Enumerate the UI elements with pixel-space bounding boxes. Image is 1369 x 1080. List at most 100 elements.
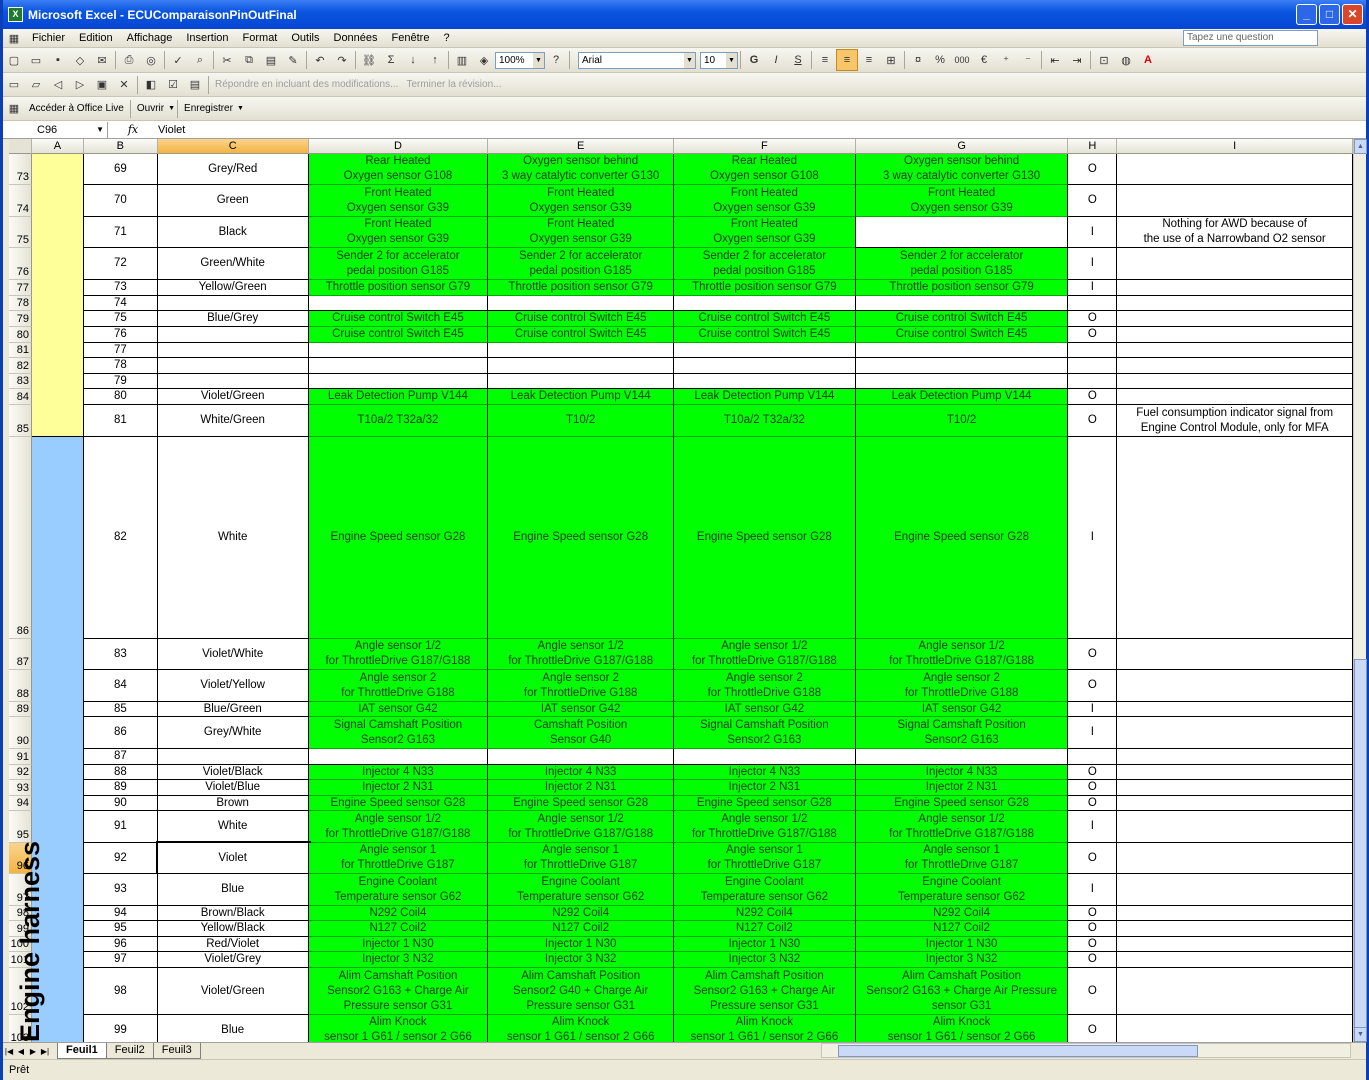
spelling-icon[interactable]: ✓ bbox=[167, 49, 189, 71]
cell-g[interactable]: Angle sensor 2 for ThrottleDrive G188 bbox=[855, 670, 1069, 702]
cell-g[interactable]: Injector 4 N33 bbox=[855, 765, 1069, 780]
cut-icon[interactable]: ✂ bbox=[216, 49, 238, 71]
cell-f[interactable]: Angle sensor 2 for ThrottleDrive G188 bbox=[674, 670, 856, 702]
cell-d[interactable]: Angle sensor 1 for ThrottleDrive G187 bbox=[308, 843, 489, 874]
cell-d[interactable]: Injector 3 N32 bbox=[308, 952, 489, 968]
cell-b[interactable]: 71 bbox=[83, 217, 158, 248]
cell-d[interactable]: IAT sensor G42 bbox=[308, 702, 489, 717]
cell-h[interactable]: I bbox=[1068, 217, 1118, 248]
cell-g[interactable] bbox=[855, 749, 1069, 765]
cell-e[interactable]: Cruise control Switch E45 bbox=[488, 327, 675, 343]
row-header[interactable]: 85 bbox=[9, 405, 32, 437]
cell-f[interactable]: Angle sensor 1/2 for ThrottleDrive G187/… bbox=[674, 639, 856, 670]
cell-c[interactable]: Brown bbox=[157, 796, 309, 811]
cell-i[interactable] bbox=[1117, 343, 1353, 358]
column-header-d[interactable]: D bbox=[308, 139, 489, 154]
cell-f[interactable]: IAT sensor G42 bbox=[674, 702, 856, 717]
cell-i[interactable] bbox=[1117, 921, 1353, 937]
cell-h[interactable]: O bbox=[1068, 906, 1118, 921]
horizontal-scroll-thumb[interactable] bbox=[838, 1045, 1198, 1057]
cell-g[interactable]: Oxygen sensor behind 3 way catalytic con… bbox=[855, 154, 1069, 185]
cell-e[interactable]: Angle sensor 1/2 for ThrottleDrive G187/… bbox=[488, 639, 675, 670]
cell-i[interactable] bbox=[1117, 185, 1353, 217]
cell-d[interactable]: Angle sensor 2 for ThrottleDrive G188 bbox=[308, 670, 489, 702]
thousands-button[interactable]: 000 bbox=[951, 49, 973, 71]
cell-g[interactable]: Injector 1 N30 bbox=[855, 937, 1069, 952]
font-size-combo[interactable]: 10 ▼ bbox=[700, 51, 738, 69]
cell-b[interactable]: 87 bbox=[83, 749, 158, 765]
cell-g[interactable]: N292 Coil4 bbox=[855, 906, 1069, 921]
minimize-button[interactable]: _ bbox=[1296, 4, 1317, 25]
cell-i[interactable] bbox=[1117, 952, 1353, 968]
cell-c[interactable] bbox=[157, 296, 309, 311]
align-center-icon[interactable]: ≡ bbox=[836, 49, 858, 71]
cell-e[interactable]: Injector 1 N30 bbox=[488, 937, 675, 952]
row-header[interactable]: 78 bbox=[9, 296, 32, 311]
cell-i[interactable] bbox=[1117, 374, 1353, 389]
menu-outils[interactable]: Outils bbox=[284, 29, 326, 48]
sort-desc-icon[interactable]: ↑ bbox=[424, 49, 446, 71]
name-box[interactable]: C96 ▼ bbox=[3, 121, 108, 138]
new-icon[interactable]: ▢ bbox=[3, 49, 25, 71]
ask-question-input[interactable]: Tapez une question bbox=[1183, 30, 1318, 46]
cell-b[interactable]: 81 bbox=[83, 405, 158, 437]
cell-c[interactable]: Blue bbox=[157, 1015, 309, 1042]
cell-f[interactable]: Alim Knock sensor 1 G61 / sensor 2 G66 bbox=[674, 1015, 856, 1042]
cell-e[interactable] bbox=[488, 374, 675, 389]
cell-h[interactable]: O bbox=[1068, 670, 1118, 702]
vertical-scrollbar[interactable]: ▲ ▼ bbox=[1353, 139, 1367, 1042]
cell-h[interactable]: O bbox=[1068, 952, 1118, 968]
increase-decimal-icon[interactable]: ⁺ bbox=[995, 49, 1017, 71]
decrease-decimal-icon[interactable]: ⁻ bbox=[1017, 49, 1039, 71]
cell-f[interactable]: Front Heated Oxygen sensor G39 bbox=[674, 185, 856, 217]
cell-i[interactable]: Nothing for AWD because of the use of a … bbox=[1117, 217, 1353, 248]
cell-g[interactable]: Angle sensor 1 for ThrottleDrive G187 bbox=[855, 843, 1069, 874]
cell-d[interactable]: Alim Knock sensor 1 G61 / sensor 2 G66 bbox=[308, 1015, 489, 1042]
cell-b[interactable]: 83 bbox=[83, 639, 158, 670]
cell-d[interactable]: Leak Detection Pump V144 bbox=[308, 389, 489, 405]
redo-icon[interactable]: ↷ bbox=[331, 49, 353, 71]
print-preview-icon[interactable]: ◎ bbox=[140, 49, 162, 71]
cell-d[interactable]: Cruise control Switch E45 bbox=[308, 327, 489, 343]
cell-i[interactable] bbox=[1117, 796, 1353, 811]
cell-c[interactable]: Grey/White bbox=[157, 717, 309, 749]
cell-b[interactable]: 85 bbox=[83, 702, 158, 717]
help-icon[interactable]: ? bbox=[545, 49, 567, 71]
cell-h[interactable]: I bbox=[1068, 874, 1118, 906]
cell-c[interactable] bbox=[157, 749, 309, 765]
cell-c[interactable]: Green/White bbox=[157, 248, 309, 280]
cell-g[interactable]: Signal Camshaft Position Sensor2 G163 bbox=[855, 717, 1069, 749]
save-icon[interactable]: ▪ bbox=[47, 49, 69, 71]
open-dropdown-icon[interactable]: ▼ bbox=[168, 105, 175, 112]
cell-h[interactable]: O bbox=[1068, 765, 1118, 780]
cell-d[interactable]: Injector 2 N31 bbox=[308, 780, 489, 796]
column-header-i[interactable]: I bbox=[1117, 139, 1354, 154]
row-header[interactable]: 80 bbox=[9, 327, 32, 343]
cell-d[interactable]: Front Heated Oxygen sensor G39 bbox=[308, 217, 489, 248]
cell-d[interactable]: Injector 4 N33 bbox=[308, 765, 489, 780]
cell-f[interactable]: T10a/2 T32a/32 bbox=[674, 405, 856, 437]
cell-h[interactable]: O bbox=[1068, 937, 1118, 952]
decrease-indent-icon[interactable]: ⇤ bbox=[1044, 49, 1066, 71]
scroll-up-icon[interactable]: ▲ bbox=[1354, 139, 1367, 154]
comment-icon[interactable]: ▱ bbox=[25, 74, 47, 96]
align-left-icon[interactable]: ≡ bbox=[814, 49, 836, 71]
cell-i[interactable] bbox=[1117, 327, 1353, 343]
cell-e[interactable] bbox=[488, 749, 675, 765]
cell-c[interactable] bbox=[157, 327, 309, 343]
cell-b[interactable]: 90 bbox=[83, 796, 158, 811]
row-header[interactable]: 75 bbox=[9, 217, 32, 248]
research-icon[interactable]: ⌕ bbox=[189, 49, 211, 71]
cell-c[interactable]: White bbox=[157, 437, 309, 639]
increase-indent-icon[interactable]: ⇥ bbox=[1066, 49, 1088, 71]
cell-e[interactable]: Injector 3 N32 bbox=[488, 952, 675, 968]
cell-h[interactable]: O bbox=[1068, 185, 1118, 217]
cell-f[interactable]: N127 Coil2 bbox=[674, 921, 856, 937]
cell-d[interactable] bbox=[308, 343, 489, 358]
italic-button[interactable]: I bbox=[765, 49, 787, 71]
cell-d[interactable]: T10a/2 T32a/32 bbox=[308, 405, 489, 437]
cell-i[interactable] bbox=[1117, 937, 1353, 952]
cell-b[interactable]: 89 bbox=[83, 780, 158, 796]
cell-b[interactable]: 79 bbox=[83, 374, 158, 389]
cell-h[interactable]: I bbox=[1068, 280, 1118, 296]
